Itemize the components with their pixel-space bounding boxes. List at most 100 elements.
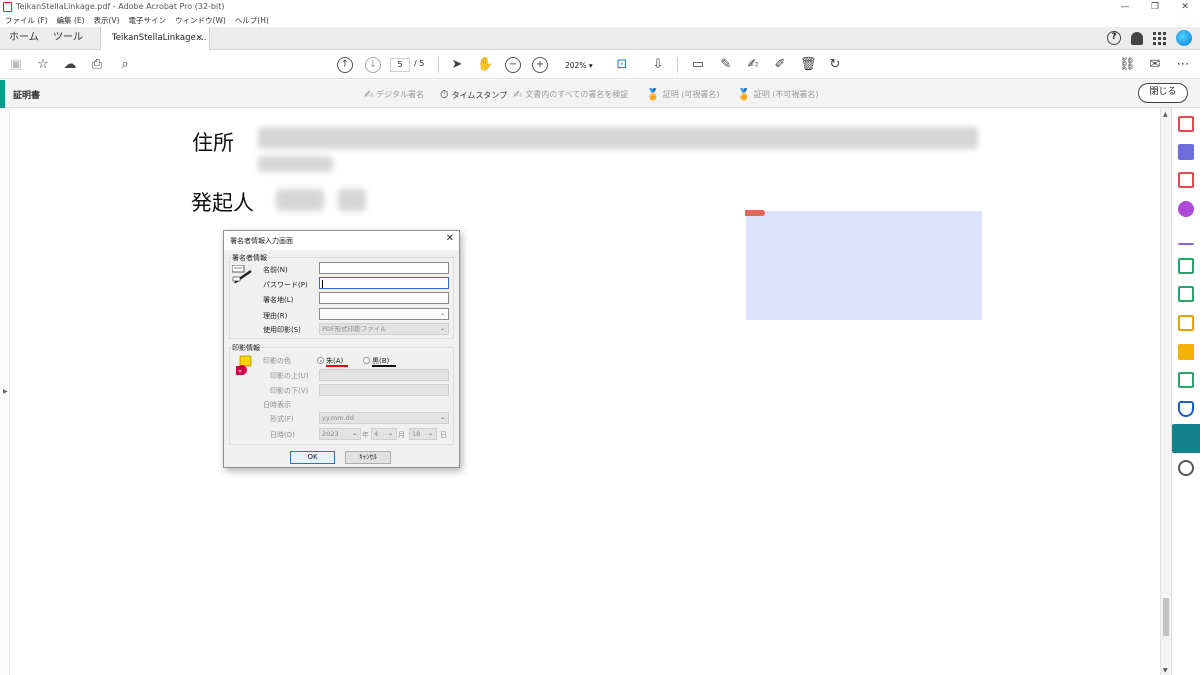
validate-all-signatures-button[interactable]: ✍ 文書内のすべての署名を検証 xyxy=(513,88,628,101)
address-label: 住所 xyxy=(192,131,234,155)
menu-window[interactable]: ウィンドウ(W) xyxy=(175,14,226,27)
location-input[interactable] xyxy=(319,292,449,304)
apps-grid-icon[interactable] xyxy=(1153,31,1166,45)
next-page-icon[interactable]: ↓ xyxy=(365,57,381,73)
more-tools-wrench-icon[interactable] xyxy=(1178,460,1194,476)
compare-files-icon[interactable] xyxy=(1178,286,1194,302)
print-icon[interactable]: ⎙ xyxy=(89,57,105,73)
reason-label: 理由(R) xyxy=(263,312,288,320)
highlight-pen-icon[interactable]: ✎ xyxy=(718,57,734,73)
ok-button[interactable]: OK xyxy=(290,451,335,464)
sign-pen-icon[interactable]: ✍ xyxy=(745,57,761,73)
tab-document[interactable]: TeikanStellaLinkage.... × xyxy=(100,27,210,50)
zoom-level-select[interactable]: 202% ▾ xyxy=(558,58,602,72)
export-pdf-icon[interactable] xyxy=(1178,144,1194,160)
format-select[interactable]: yy.mm.dd ⌄ xyxy=(319,412,449,424)
close-window-button[interactable]: ✕ xyxy=(1170,0,1200,14)
red-radio[interactable] xyxy=(317,357,324,364)
cancel-button[interactable]: ｷｬﾝｾﾙ xyxy=(345,451,391,464)
certify-invisible-button[interactable]: 🏅 証明 (不可視署名) xyxy=(737,88,819,101)
organize-pages-icon[interactable] xyxy=(1178,172,1194,188)
scroll-mode-icon[interactable]: ⇩ xyxy=(650,57,666,73)
tab-tools[interactable]: ツール xyxy=(53,27,83,49)
scroll-down-icon[interactable]: ▼ xyxy=(1163,667,1168,674)
name-input[interactable] xyxy=(319,262,449,274)
certificates-label: 証明書 xyxy=(13,91,41,101)
dialog-close-icon[interactable]: ✕ xyxy=(446,233,454,244)
print-production-icon[interactable] xyxy=(1178,372,1194,388)
format-label: 形式(F) xyxy=(270,415,294,423)
select-cursor-icon[interactable]: ➤ xyxy=(449,57,465,73)
menu-help[interactable]: ヘルプ(H) xyxy=(235,14,269,27)
protect-file-icon[interactable] xyxy=(1178,315,1194,331)
certify-invisible-icon: 🏅 xyxy=(737,88,751,101)
rotate-icon[interactable]: ↻ xyxy=(827,57,843,73)
create-pdf-icon[interactable] xyxy=(1178,116,1194,132)
more-tools-icon[interactable]: ⋯ xyxy=(1175,57,1191,73)
upload-cloud-icon[interactable]: ☁ xyxy=(62,57,78,73)
password-input[interactable] xyxy=(319,277,449,289)
tab-home[interactable]: ホーム xyxy=(9,27,39,49)
menu-edit[interactable]: 編集 (E) xyxy=(57,14,85,27)
stamp-info-group-title: 印影情報 xyxy=(232,344,260,352)
month-select[interactable]: 4 ⌄ xyxy=(371,428,397,440)
redacted-address xyxy=(258,127,978,149)
certify-visible-button[interactable]: 🏅 証明 (可視署名) xyxy=(646,88,720,101)
reason-select[interactable]: ⌄ xyxy=(319,308,449,320)
search-icon[interactable]: ⌕ xyxy=(117,57,133,73)
day-select[interactable]: 18 ⌄ xyxy=(409,428,437,440)
comment-tool-icon[interactable] xyxy=(1178,344,1194,360)
certificates-tool-icon[interactable] xyxy=(1172,424,1200,453)
page-number-input[interactable]: 5 xyxy=(390,58,410,72)
signer-pen-icon xyxy=(232,265,252,284)
upper-text-label: 印影の上(U) xyxy=(270,372,309,380)
previous-page-icon[interactable]: ↑ xyxy=(337,57,353,73)
hand-tool-icon[interactable]: ✋ xyxy=(477,57,493,73)
title-bar: TeikanStellaLinkage.pdf - Adobe Acrobat … xyxy=(0,0,1200,14)
expand-arrow-icon[interactable]: ▶ xyxy=(3,388,8,395)
fill-sign-icon[interactable]: ✐ xyxy=(772,57,788,73)
year-select[interactable]: 2023 ⌄ xyxy=(319,428,361,440)
notification-bell-icon[interactable] xyxy=(1131,31,1143,45)
comment-icon[interactable]: ▭ xyxy=(690,57,706,73)
bookmark-star-icon[interactable]: ☆ xyxy=(35,57,51,73)
menu-esign[interactable]: 電子サイン xyxy=(129,14,167,27)
vertical-scrollbar[interactable]: ▲ ▼ xyxy=(1160,108,1171,675)
name-label: 名前(N) xyxy=(263,266,288,274)
help-icon[interactable]: ? xyxy=(1107,31,1121,45)
fit-page-icon[interactable]: ⊡ xyxy=(614,57,630,73)
month-unit: 月 xyxy=(398,431,405,439)
seal-select[interactable]: PDF形式印影ファイル ⌄ xyxy=(319,323,449,335)
close-tab-icon[interactable]: × xyxy=(195,27,203,50)
digital-sign-button[interactable]: ✍ デジタル署名 xyxy=(364,88,424,101)
fill-and-sign-icon[interactable] xyxy=(1178,229,1194,245)
zoom-out-icon[interactable]: − xyxy=(505,57,521,73)
certify-visible-icon: 🏅 xyxy=(646,88,660,101)
black-radio[interactable] xyxy=(363,357,370,364)
signature-field[interactable] xyxy=(746,211,982,320)
close-certificates-button[interactable]: 閉じる xyxy=(1138,83,1188,103)
scroll-thumb[interactable] xyxy=(1163,598,1169,636)
email-icon[interactable]: ✉ xyxy=(1147,57,1163,73)
minimize-button[interactable]: — xyxy=(1110,0,1140,14)
document-viewport[interactable] xyxy=(0,108,1160,675)
delete-icon[interactable]: 🗑 xyxy=(800,57,817,73)
lower-text-input[interactable] xyxy=(319,384,449,396)
scan-ocr-icon[interactable] xyxy=(1178,258,1194,274)
acrobat-app-icon xyxy=(3,2,12,12)
menu-view[interactable]: 表示(V) xyxy=(94,14,120,27)
upper-text-input[interactable] xyxy=(319,369,449,381)
redacted-issuer-name xyxy=(338,189,366,211)
zoom-in-icon[interactable]: + xyxy=(532,57,548,73)
scroll-up-icon[interactable]: ▲ xyxy=(1163,111,1168,118)
protect-shield-icon[interactable] xyxy=(1178,401,1194,417)
user-avatar[interactable] xyxy=(1176,30,1192,46)
left-panel-toggle[interactable]: ▶ xyxy=(0,108,10,675)
menu-file[interactable]: ファイル (F) xyxy=(5,14,48,27)
timestamp-button[interactable]: ⏱ タイムスタンプ xyxy=(440,88,507,102)
document-tab-label: TeikanStellaLinkage.... xyxy=(112,33,207,43)
request-signature-icon[interactable] xyxy=(1178,201,1194,217)
maximize-button[interactable]: ❐ xyxy=(1140,0,1170,14)
share-link-icon[interactable]: ⛓ xyxy=(1119,57,1136,73)
save-icon[interactable]: ▣ xyxy=(8,57,24,73)
